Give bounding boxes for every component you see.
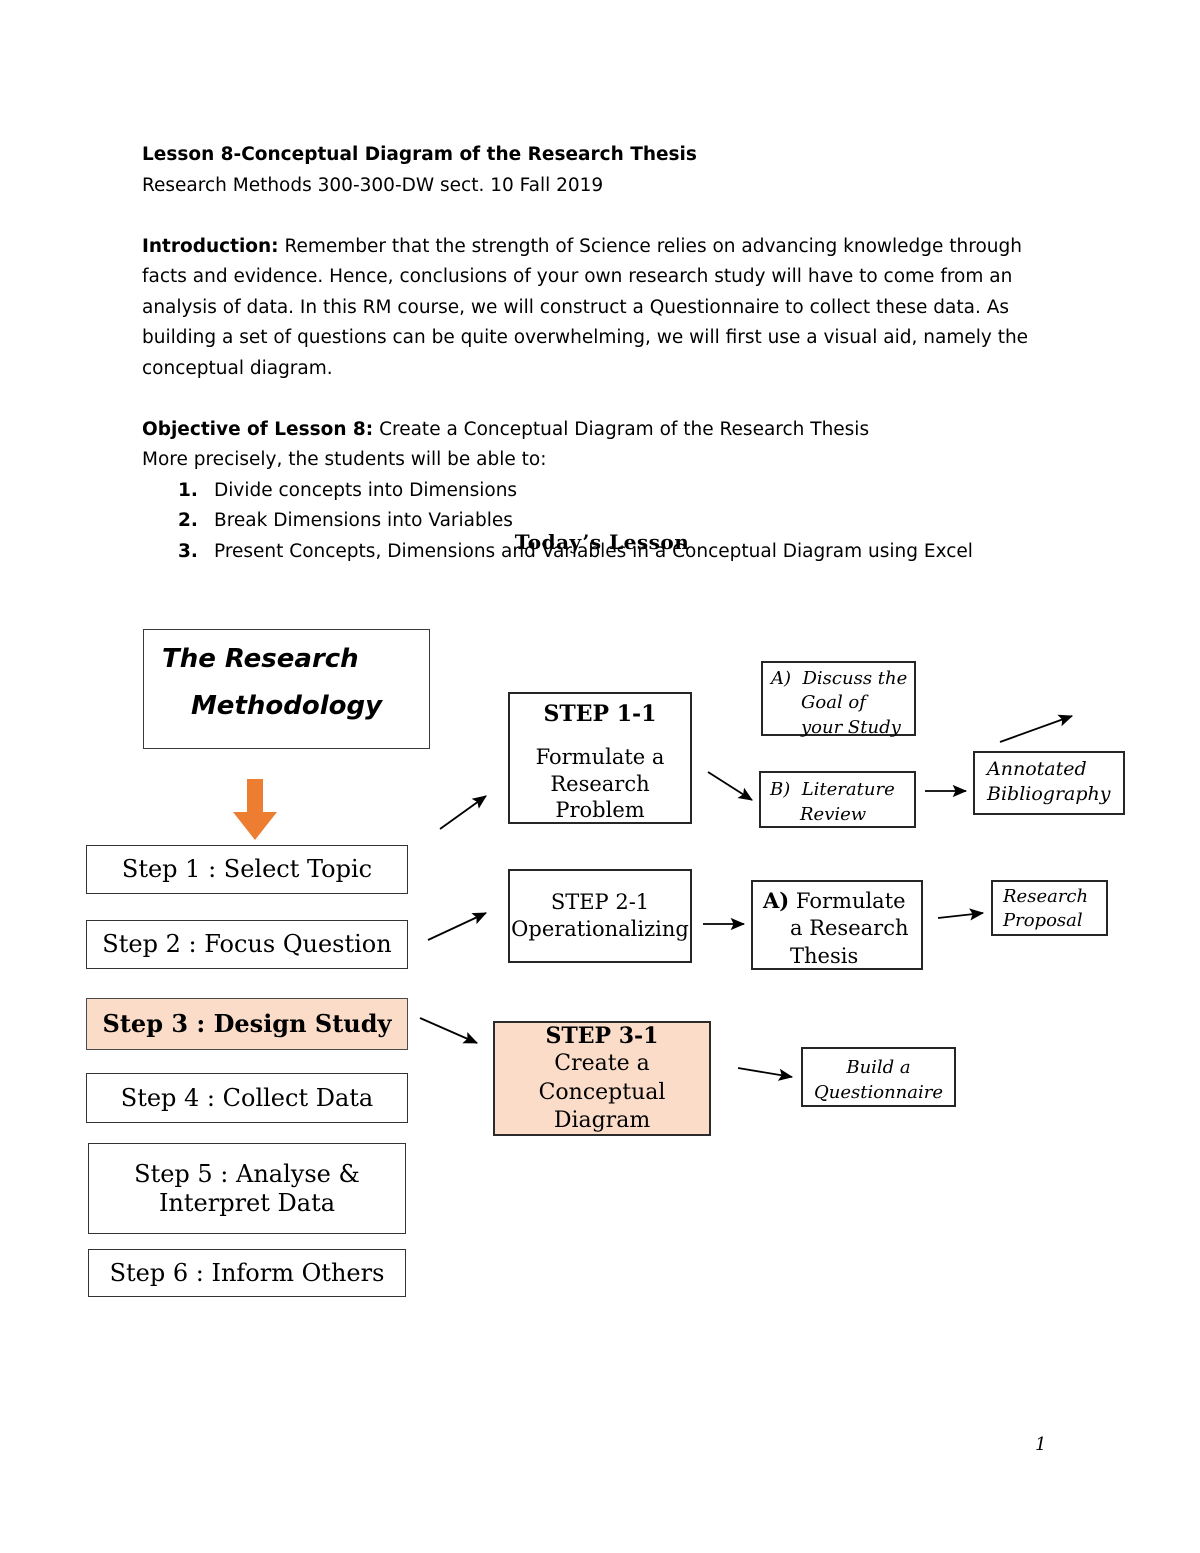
arrow-step-1-1-to-literature-review: [707, 771, 753, 801]
questionnaire-line-2: Questionnaire: [814, 1082, 943, 1104]
build-questionnaire-box: Build a Questionnaire: [801, 1047, 956, 1107]
orange-down-arrow-icon: [233, 779, 277, 840]
goal-line-2: Goal of: [801, 692, 866, 714]
sidebar-item-step-2[interactable]: Step 2 : Focus Question: [86, 920, 408, 969]
step-2-1-line-2: Operationalizing: [511, 917, 689, 941]
research-proposal-box: Research Proposal: [991, 880, 1108, 936]
step-1-1-body: Formulate a Research Problem: [510, 728, 690, 824]
goal-text-1: Discuss the: [802, 668, 908, 689]
sidebar-item-step-4[interactable]: Step 4 : Collect Data: [86, 1073, 408, 1123]
literature-line-2: Review: [800, 804, 867, 826]
goal-label: A): [771, 668, 792, 689]
goal-line-1: A) Discuss the: [771, 667, 914, 691]
step-3-1-box: STEP 3-1 Create a Conceptual Diagram: [493, 1021, 711, 1136]
sidebar-item-step-6[interactable]: Step 6 : Inform Others: [88, 1249, 406, 1297]
proposal-line-2: Proposal: [1003, 909, 1083, 931]
diagram-title-line-1: The Research: [162, 644, 359, 674]
step-1-1-line-3: Problem: [555, 798, 645, 823]
step-5-line-1: Step 5 : Analyse &: [134, 1160, 360, 1189]
diagram-title-line-2: Methodology: [190, 690, 383, 721]
sidebar-item-step-1[interactable]: Step 1 : Select Topic: [86, 845, 408, 894]
step-1-1-box: STEP 1-1 Formulate a Research Problem: [508, 692, 692, 824]
diagram-title-box: The Research Methodology: [143, 629, 430, 749]
step-1-1-header: STEP 1-1: [543, 701, 657, 727]
discuss-goal-box: A) Discuss the Goal of your Study: [761, 661, 916, 738]
step-2-1-line-1: STEP 2-1: [550, 889, 650, 914]
step-2-1-box: STEP 2-1 Operationalizing: [508, 869, 692, 963]
thesis-line-1: A) Formulate: [763, 887, 921, 915]
proposal-line-1: Research: [1003, 886, 1089, 907]
thesis-line-3: Thesis: [790, 943, 859, 968]
literature-text-1: Literature: [801, 779, 895, 800]
arrow-step-2-to-step-2-1: [427, 912, 487, 941]
step-1-1-line-2: Research: [550, 771, 650, 796]
step-3-1-line-2: Create a: [554, 1051, 650, 1077]
arrow-step-3-to-step-3-1: [419, 1017, 478, 1044]
sidebar-item-step-3[interactable]: Step 3 : Design Study: [86, 998, 408, 1050]
annotated-line-2: Bibliography: [987, 783, 1111, 806]
arrow-to-step-1-1: [439, 795, 487, 830]
page-number: 1: [1035, 1434, 1047, 1455]
step-3-1-header: STEP 3-1: [545, 1023, 659, 1050]
step-5-line-2: Interpret Data: [158, 1188, 336, 1217]
step-1-1-line-1: Formulate a: [535, 744, 665, 769]
document-page: Lesson 8-Conceptual Diagram of the Resea…: [0, 0, 1200, 1553]
step-3-1-line-3: Conceptual: [538, 1079, 666, 1105]
annotated-line-1: Annotated: [987, 758, 1087, 780]
formulate-research-thesis-box: A) Formulate a Research Thesis: [751, 880, 923, 970]
sidebar-item-step-5[interactable]: Step 5 : Analyse & Interpret Data: [88, 1143, 406, 1234]
arrow-step-3-1-to-questionnaire: [737, 1067, 794, 1081]
research-methodology-flow-diagram: The Research Methodology Step 1 : Select…: [0, 0, 1200, 1553]
goal-line-3: your Study: [801, 716, 901, 738]
literature-line-1: B) Literature: [770, 777, 914, 802]
literature-review-box: B) Literature Review: [759, 771, 916, 828]
annotated-bibliography-box: Annotated Bibliography: [973, 751, 1125, 815]
step-3-1-line-4: Diagram: [553, 1107, 651, 1133]
questionnaire-line-1: Build a: [846, 1057, 911, 1078]
thesis-label: A): [763, 888, 790, 913]
arrow-thesis-to-research-proposal: [937, 908, 985, 921]
arrow-annotated-bibliography-outgoing: [999, 714, 1074, 743]
thesis-text-1: Formulate: [795, 889, 906, 913]
thesis-line-2: a Research: [790, 916, 909, 941]
literature-label: B): [770, 779, 791, 800]
